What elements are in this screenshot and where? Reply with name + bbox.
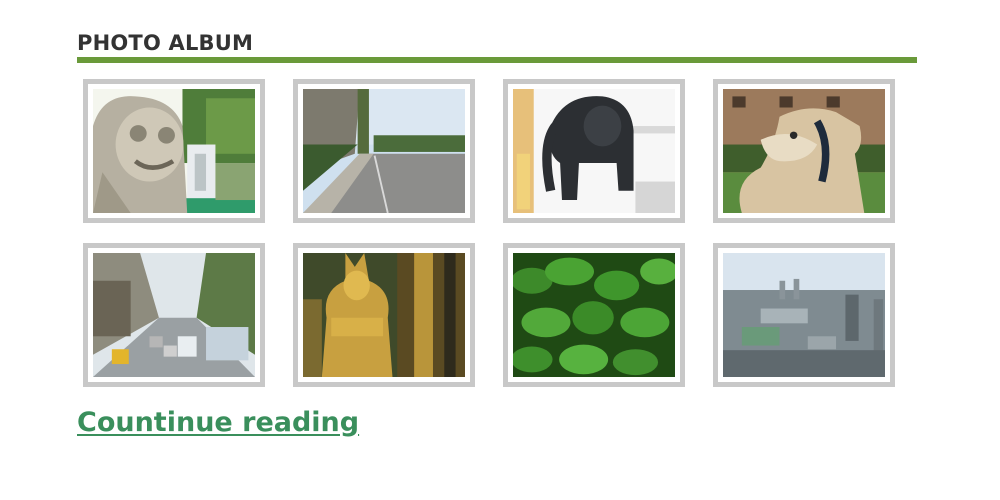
photo-thumbnail-green-leaves[interactable]	[503, 243, 685, 387]
greyhound-image	[723, 89, 885, 213]
album-title: PHOTO ALBUM	[77, 31, 254, 55]
golden-statue-image	[303, 253, 465, 377]
photo-thumbnail-greyhound[interactable]	[713, 79, 895, 223]
city-skyline-image	[723, 253, 885, 377]
roadside-image	[303, 89, 465, 213]
photo-thumbnail-roadside[interactable]	[293, 79, 475, 223]
photo-thumbnail-stone-guardian[interactable]	[83, 79, 265, 223]
photo-thumbnail-city-traffic[interactable]	[83, 243, 265, 387]
photo-grid	[77, 79, 917, 399]
stone-guardian-image	[93, 89, 255, 213]
elephant-image	[513, 89, 675, 213]
photo-thumbnail-elephant[interactable]	[503, 79, 685, 223]
continue-reading-link[interactable]: Countinue reading	[77, 407, 359, 438]
title-divider	[77, 57, 917, 63]
photo-thumbnail-golden-statue[interactable]	[293, 243, 475, 387]
city-traffic-image	[93, 253, 255, 377]
photo-album-widget: PHOTO ALBUM	[77, 30, 917, 399]
photo-thumbnail-city-skyline[interactable]	[713, 243, 895, 387]
green-leaves-image	[513, 253, 675, 377]
